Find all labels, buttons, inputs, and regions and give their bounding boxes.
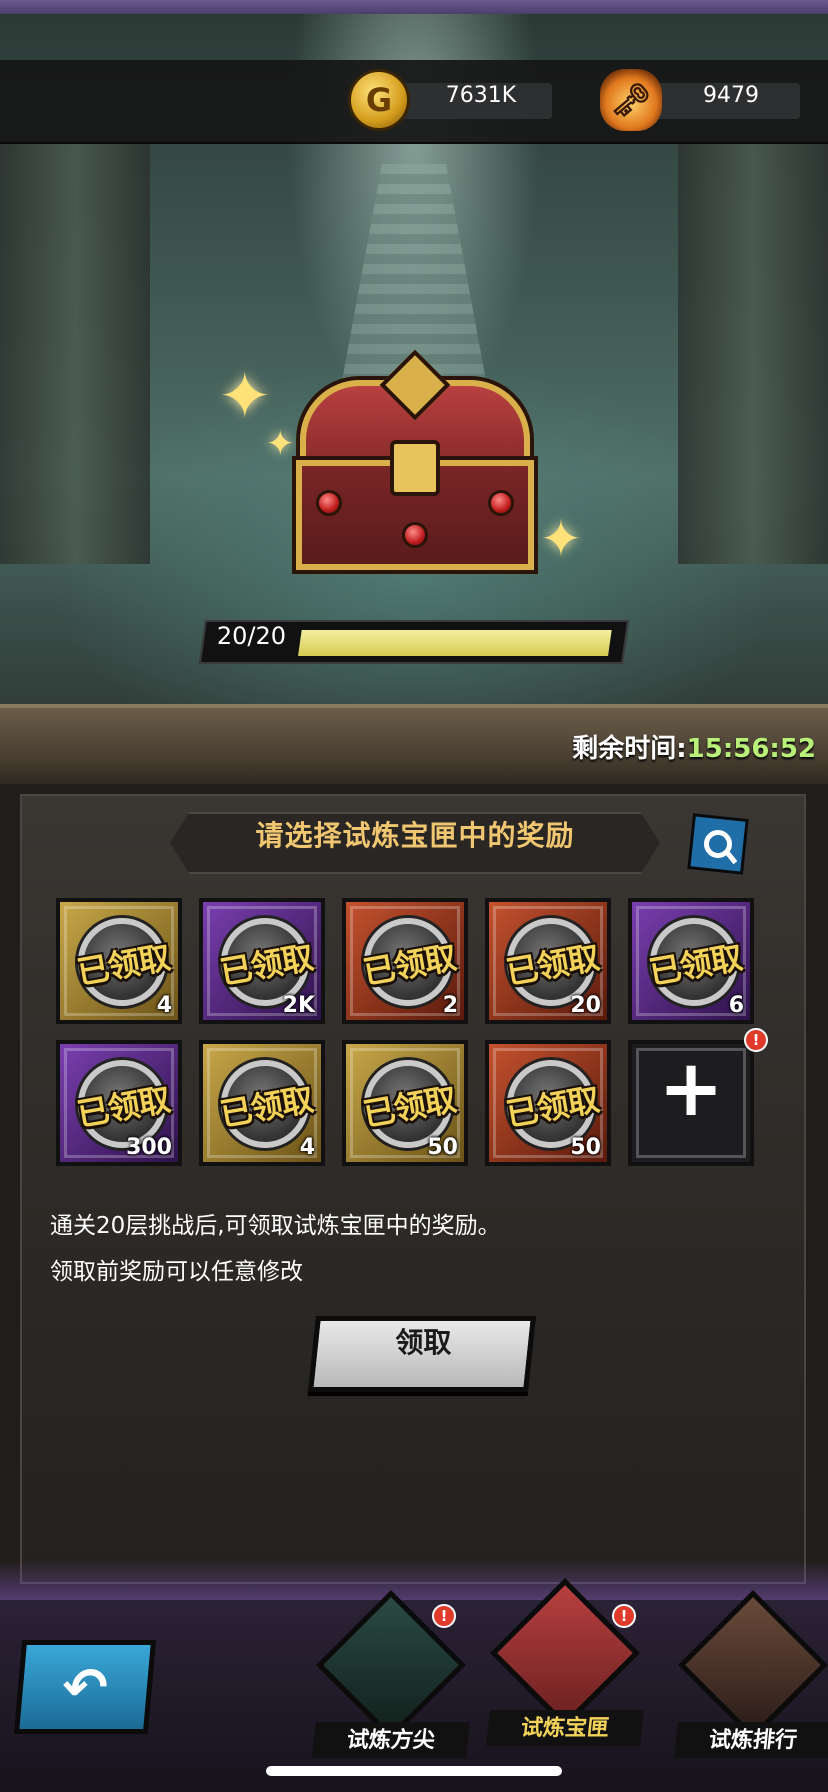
reward-count: 4 [299, 1135, 315, 1160]
gold-counter[interactable]: G 7631K [348, 69, 552, 131]
sparkle-icon: ✦ [266, 424, 295, 464]
claim-button[interactable]: 领取 [308, 1316, 536, 1392]
claim-button-label: 领取 [395, 1326, 452, 1359]
alert-badge: ! [432, 1604, 456, 1628]
progress-fill [298, 630, 612, 656]
tab-label: 试炼宝匣 [486, 1710, 644, 1746]
tab-trial-obelisk[interactable]: 试炼方尖 [312, 1590, 470, 1758]
tab-label: 试炼方尖 [312, 1722, 470, 1758]
remaining-time: 剩余时间:15:56:52 [572, 728, 816, 765]
reward-count: 20 [570, 993, 601, 1018]
reward-count: 50 [427, 1135, 458, 1160]
remaining-time-label: 剩余时间: [572, 734, 687, 764]
chest-lock-icon [390, 440, 440, 496]
top-status-strip [0, 0, 828, 14]
token-counter[interactable]: 🗝 9479 [600, 69, 800, 131]
reward-count: 50 [570, 1135, 601, 1160]
trial-token-icon: 🗝 [600, 69, 662, 131]
description-line-2: 领取前奖励可以任意修改 [50, 1259, 303, 1285]
tab-trial-ranking[interactable]: 试炼排行 [674, 1590, 828, 1758]
reward-slot[interactable]: 4 已领取 [199, 1040, 325, 1166]
progress-label: 20/20 [216, 622, 287, 650]
chest-progress-bar: 20/20 [198, 620, 630, 664]
tab-label: 试炼排行 [674, 1722, 828, 1758]
bottom-glow [0, 1560, 828, 1600]
alert-badge: ! [612, 1604, 636, 1628]
reward-count: 2 [442, 993, 458, 1018]
reward-slot[interactable]: 6 已领取 [628, 898, 754, 1024]
home-indicator[interactable] [266, 1766, 562, 1776]
chest-gem [316, 490, 342, 516]
chest-gem [488, 490, 514, 516]
remaining-time-value: 15:56:52 [686, 734, 816, 764]
reward-slot[interactable]: 2 已领取 [342, 898, 468, 1024]
progress-track [298, 630, 612, 656]
reward-slot[interactable]: 20 已领取 [485, 898, 611, 1024]
reward-slot[interactable]: 4 已领取 [56, 898, 182, 1024]
reward-count: 2K [282, 993, 315, 1018]
gold-value: 7631K [445, 83, 517, 108]
search-icon [702, 828, 734, 860]
chest-gem [402, 522, 428, 548]
reward-count: 6 [728, 993, 744, 1018]
reward-count: 4 [156, 993, 172, 1018]
right-pillar [678, 144, 828, 564]
reward-count: 300 [126, 1135, 172, 1160]
magnifier-button[interactable] [687, 813, 749, 875]
panel-title: 请选择试炼宝匣中的奖励 [255, 819, 575, 852]
description-line-1: 通关20层挑战后,可领取试炼宝匣中的奖励。 [50, 1213, 501, 1239]
alert-badge: ! [744, 1028, 768, 1052]
panel-title-banner: 请选择试炼宝匣中的奖励 [170, 812, 660, 874]
throne-icon [678, 1590, 828, 1740]
trial-chest[interactable] [290, 349, 540, 580]
resource-bar: G 7631K 🗝 9479 [0, 60, 828, 144]
token-value: 9479 [703, 83, 759, 108]
add-reward-slot[interactable]: + [628, 1040, 754, 1166]
back-button[interactable]: ↶ [13, 1640, 157, 1734]
chest-icon [490, 1578, 640, 1728]
plus-icon: + [658, 1044, 724, 1134]
reward-slot[interactable]: 50 已领取 [342, 1040, 468, 1166]
reward-slot[interactable]: 50 已领取 [485, 1040, 611, 1166]
reward-slot[interactable]: 2K 已领取 [199, 898, 325, 1024]
left-pillar [0, 144, 150, 564]
back-arrow-icon: ↶ [59, 1655, 111, 1719]
sparkle-icon: ✦ [540, 510, 582, 568]
gold-coin-icon: G [348, 69, 410, 131]
reward-slot[interactable]: 300 已领取 [56, 1040, 182, 1166]
sparkle-icon: ✦ [218, 360, 272, 434]
